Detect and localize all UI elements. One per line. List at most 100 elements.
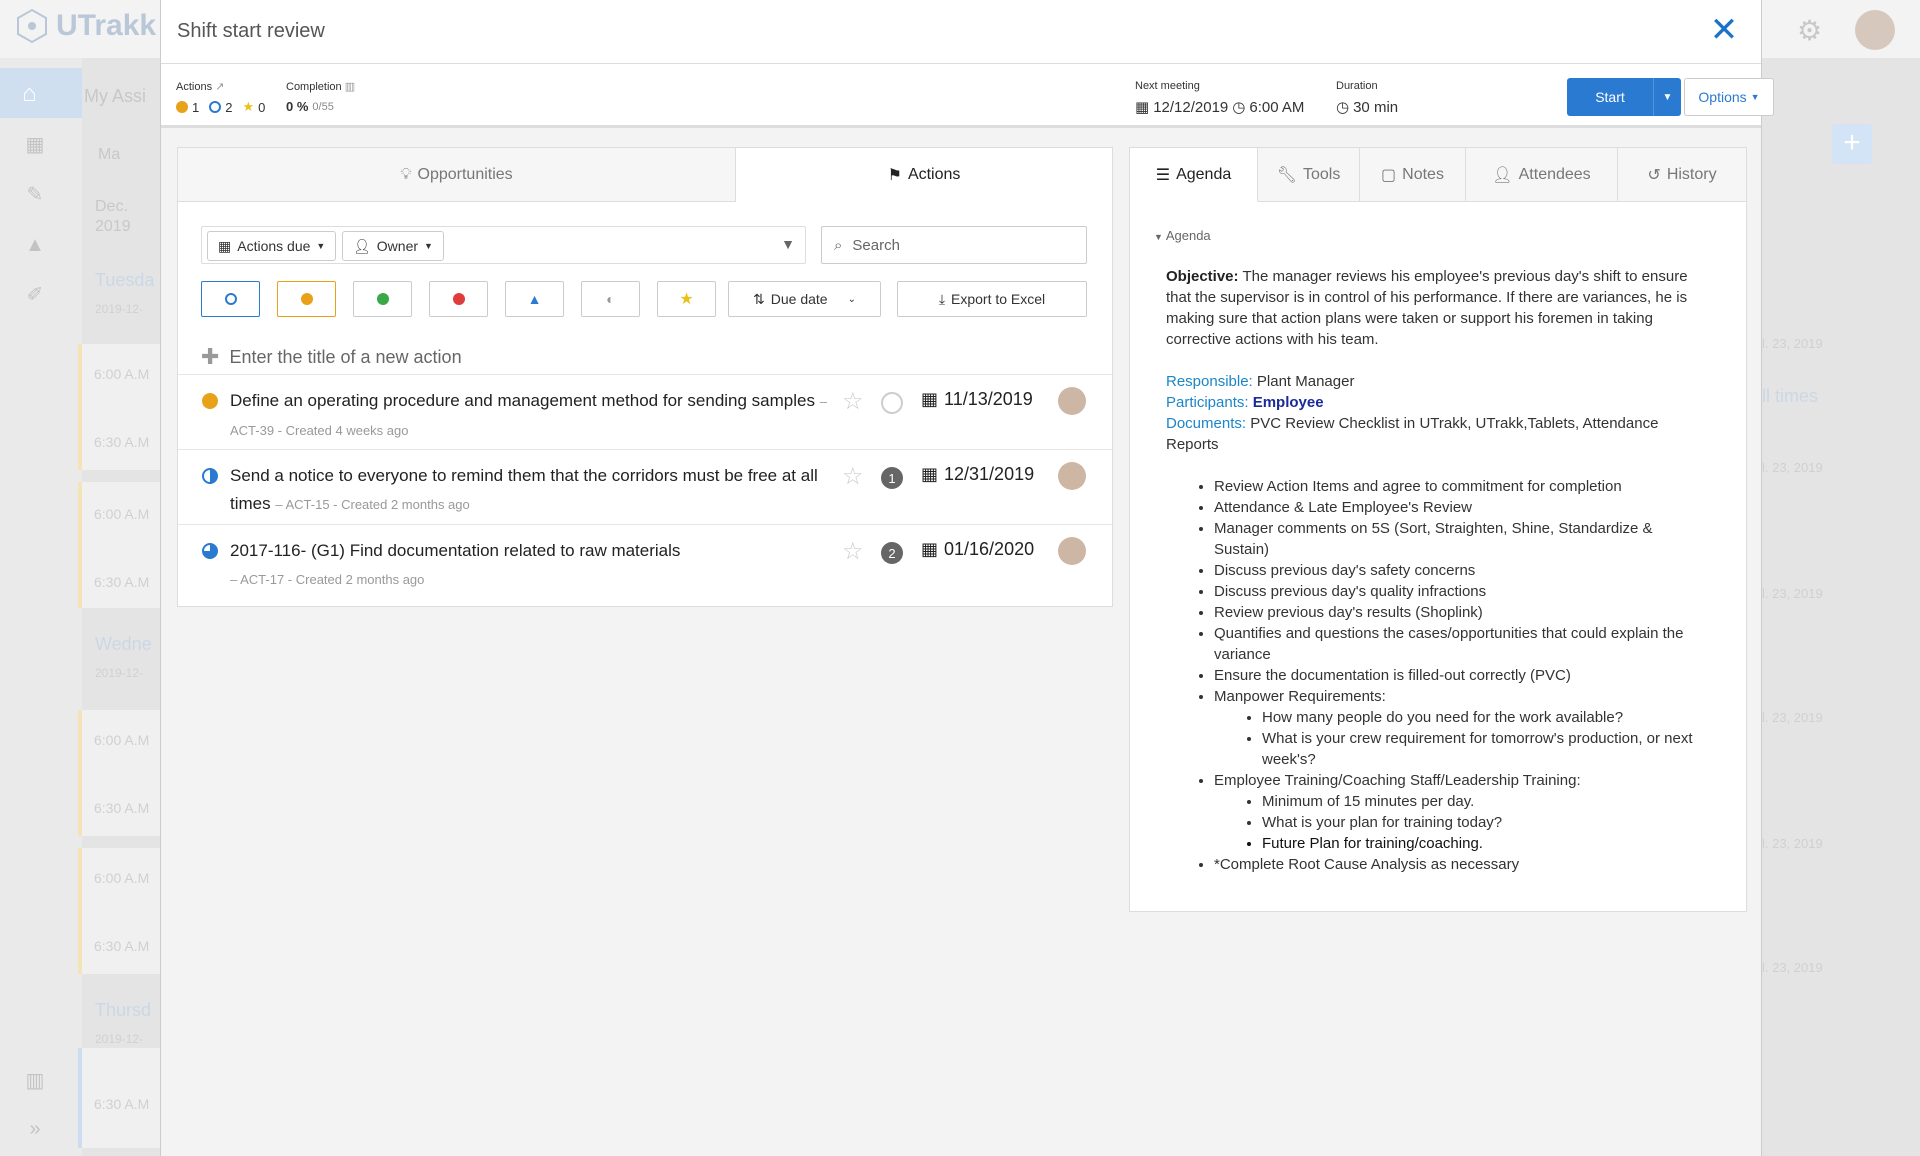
participants-value: Employee [1252,394,1324,411]
agenda-item-text: Manpower Requirements: [1214,688,1386,705]
completion-stat: Completion ▥ 0 % 0/55 [286,80,355,114]
responsible-value: Plant Manager [1256,373,1355,390]
bg-day: Wedne [95,634,152,654]
wrench-icon[interactable]: ✎ [22,182,48,206]
bg-time: 6:00 A.M [94,366,150,382]
completion-label: Completion [286,81,342,93]
owner-avatar[interactable] [1058,537,1086,565]
tab-tools[interactable]: 🔧︎ Tools [1258,148,1360,201]
sort-dropdown[interactable]: ⇅ Due date ⌄ [728,281,881,317]
star-outline-icon[interactable]: ☆ [842,462,864,491]
tab-agenda[interactable]: ☰ Agenda [1130,148,1258,202]
calendar-icon: ▦ [921,464,939,484]
user-avatar[interactable] [1855,10,1895,50]
edit-icon[interactable]: ✐ [22,282,48,306]
tab-history[interactable]: ↺ History [1618,148,1746,201]
completion-value: 0 % [286,99,309,114]
filter-starred-button[interactable]: ★ [657,281,716,317]
sort-icon: ⇅ [753,290,765,307]
participants: Participants: Employee [1166,392,1702,413]
bg-right-date: l. 23, 2019 [1762,960,1823,975]
chart-icon[interactable]: ▥ [22,1068,48,1092]
action-row[interactable]: 2017-116- (G1) Find documentation relate… [178,524,1112,599]
filter-done-button[interactable] [353,281,412,317]
home-icon: ⌂ [22,80,37,107]
calendar-icon: ▦ [1135,99,1150,116]
modal-title: Shift start review [177,20,325,42]
actions-due-dropdown[interactable]: ▦ Actions due ▼ [207,231,337,261]
expand-icon[interactable]: » [22,1118,48,1140]
sidebar [0,58,82,1156]
filter-icon[interactable]: ▼ [781,236,795,252]
review-modal: Shift start review ✕ Actions ↗ 1 2 ★ 0 C… [160,0,1774,1156]
responsible-label: Responsible: [1166,373,1253,390]
lightbulb-icon: 💡︎ [400,165,412,183]
duration-value: 30 min [1353,98,1399,116]
tab-actions[interactable]: ⚑ Actions [736,148,1112,202]
close-icon[interactable]: ✕ [1705,12,1743,50]
tab-notes[interactable]: ▢ Notes [1360,148,1466,201]
open-circle-icon [224,293,237,305]
start-dropdown-button[interactable]: ▼ [1653,78,1681,116]
training-sublist: Minimum of 15 minutes per day. What is y… [1262,791,1702,854]
status-badge[interactable] [881,392,903,414]
start-button[interactable]: Start [1567,78,1653,116]
flag-icon: ⚑ [887,166,902,184]
agenda-subitem: What is your plan for training today? [1262,812,1702,833]
filter-cancelled-button[interactable] [429,281,488,317]
owner-avatar[interactable] [1058,462,1086,490]
options-button[interactable]: Options ▼ [1684,78,1774,116]
documents-label: Documents: [1166,415,1247,432]
tab-label: Tools [1302,165,1341,183]
settings-gear-icon[interactable]: ⚙ [1797,14,1822,47]
star-icon: ★ [242,99,255,114]
duration-stat: Duration ◷ 30 min [1336,80,1398,116]
actions-stat: Actions ↗ 1 2 ★ 0 [176,80,265,115]
half-progress-icon [202,468,218,484]
owner-dropdown[interactable]: 👤︎ Owner ▼ [342,231,444,261]
agenda-item-text: Employee Training/Coaching Staff/Leaders… [1214,772,1581,789]
caret-down-icon: ▼ [424,241,433,251]
bg-time: 6:30 A.M [94,434,150,450]
action-meta: – ACT-17 - Created 2 months ago [230,572,425,587]
star-outline-icon[interactable]: ☆ [842,387,864,416]
filter-open-button[interactable] [201,281,260,317]
bg-time: 6:30 A.M [94,574,150,590]
star-outline-icon[interactable]: ☆ [842,537,864,566]
caret-down-icon: ▼ [316,241,326,251]
agenda-section-toggle[interactable]: ▼ Agenda [1154,228,1211,243]
count-badge[interactable]: 1 [881,467,903,489]
agenda-item: Manpower Requirements: How many people d… [1214,686,1702,770]
objective: Objective: The manager reviews his emplo… [1166,266,1702,350]
caret-down-icon: ▼ [1750,92,1760,102]
filter-bar[interactable]: ▦ Actions due ▼ 👤︎ Owner ▼ ▼ [201,226,806,264]
tab-attendees[interactable]: 👤︎ Attendees [1466,148,1618,201]
action-row[interactable]: Define an operating procedure and manage… [178,374,1112,449]
bg-page-title: My Assi [84,86,147,106]
bg-add-button[interactable]: + [1832,124,1872,164]
graduation-icon[interactable]: ▲ [22,234,48,256]
owner-avatar[interactable] [1058,387,1086,415]
chevron-down-icon: ⌄ [847,293,856,305]
filter-half-button[interactable]: ◐ [581,281,640,317]
responsible: Responsible: Plant Manager [1166,371,1702,392]
participants-label: Participants: [1166,394,1249,411]
filter-late-button[interactable] [277,281,336,317]
count-badge[interactable]: 2 [881,542,903,564]
bg-right-date: l. 23, 2019 [1762,710,1823,725]
export-excel-button[interactable]: ⤓ Export to Excel [897,281,1087,317]
filter-stamp-button[interactable]: ▲ [505,281,564,317]
tab-opportunities[interactable]: 💡︎ Opportunities [178,148,736,201]
search-icon: ⌕ [834,236,843,254]
action-row[interactable]: Send a notice to everyone to remind them… [178,449,1112,524]
bg-day: Tuesda [95,270,155,290]
warning-icon [300,293,313,305]
action-meta: – ACT-15 - Created 2 months ago [275,497,470,512]
left-tabs: 💡︎ Opportunities ⚑ Actions [178,148,1112,202]
new-action-input[interactable]: ✚ Enter the title of a new action [201,344,462,370]
calendar-icon[interactable]: ▦ [22,132,48,156]
calendar-icon: ▦ [921,389,939,409]
sidebar-item-home[interactable]: ⌂ [0,68,82,118]
tab-label: Notes [1402,165,1444,183]
search-input[interactable]: ⌕ Search [821,226,1087,264]
